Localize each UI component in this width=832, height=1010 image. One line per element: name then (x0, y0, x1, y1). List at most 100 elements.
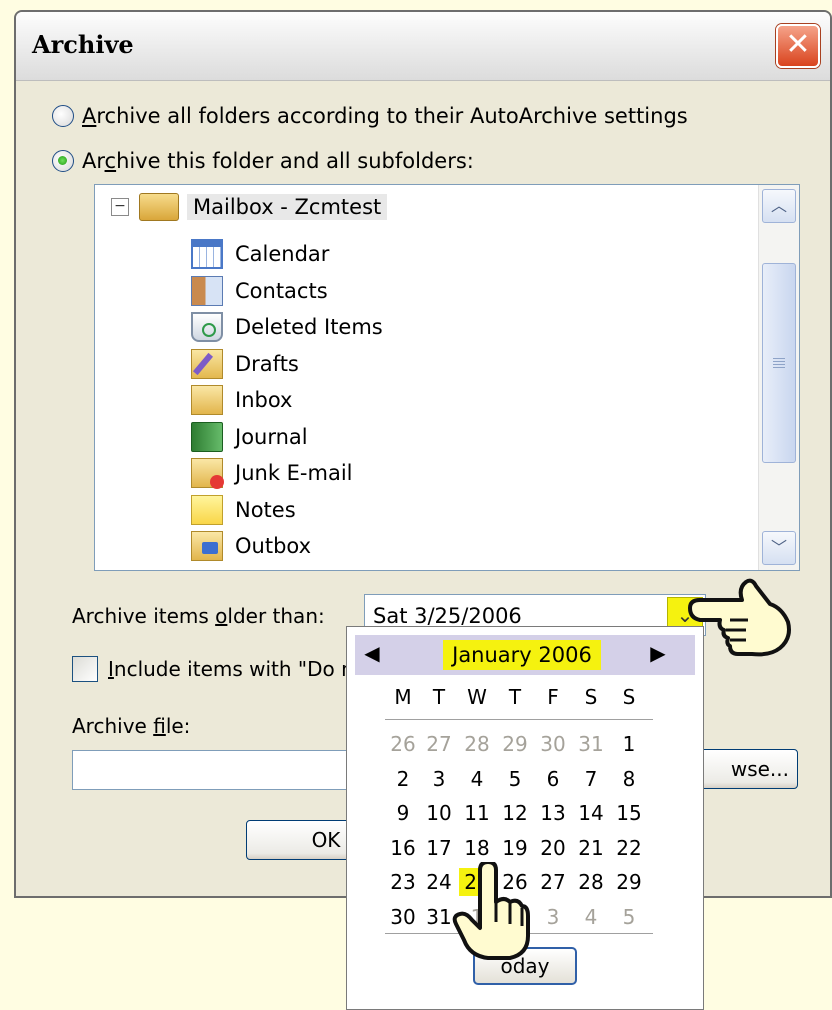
day-of-week-label: T (508, 685, 522, 709)
calendar-day[interactable]: 27 (535, 868, 571, 896)
archive-all-label: Archive all folders according to their A… (82, 104, 688, 128)
tree-item[interactable]: Drafts (191, 347, 299, 381)
tree-item-label: Deleted Items (235, 315, 383, 339)
prev-month-button[interactable]: ◀ (359, 641, 385, 665)
tree-item[interactable]: Notes (191, 493, 296, 527)
calendar-day[interactable]: 22 (611, 834, 647, 862)
tree-scrollbar[interactable]: ︿ ﹀ (758, 185, 799, 570)
next-month-button[interactable]: ▶ (645, 641, 671, 665)
calendar-divider (385, 719, 653, 720)
day-of-week-label: W (467, 685, 487, 709)
tree-item[interactable]: Junk E-mail (191, 456, 353, 490)
calendar-day[interactable]: 30 (385, 903, 421, 931)
tree-item-label: Notes (235, 497, 296, 522)
older-than-label: Archive items older than: (72, 604, 325, 628)
calendar-day[interactable]: 12 (497, 799, 533, 827)
chevron-up-icon: ︿ (770, 196, 787, 215)
tree-item-label: Outbox (235, 534, 312, 558)
tree-item-label: Journal (235, 424, 308, 449)
calendar-day[interactable]: 11 (459, 799, 495, 827)
tree-item-label: Contacts (235, 278, 328, 303)
calendar-day[interactable]: 20 (535, 834, 571, 862)
archive-file-label: Archive file: (72, 714, 191, 738)
contacts-icon (191, 275, 223, 306)
calendar-day[interactable]: 14 (573, 799, 609, 827)
close-icon: ✕ (785, 27, 811, 62)
calendar-day[interactable]: 27 (421, 730, 457, 758)
calendar-day[interactable]: 17 (421, 834, 457, 862)
archive-all-folders-option[interactable]: Archive all folders according to their A… (52, 104, 688, 128)
calendar-day[interactable]: 10 (421, 799, 457, 827)
tree-item[interactable]: Inbox (191, 383, 292, 417)
tree-item[interactable]: Journal (191, 420, 308, 454)
calendar-day[interactable]: 3 (535, 903, 571, 931)
calendar-day[interactable]: 8 (611, 765, 647, 793)
calendar-day[interactable]: 15 (611, 799, 647, 827)
calendar-day[interactable]: 5 (611, 903, 647, 931)
calendar-day[interactable]: 13 (535, 799, 571, 827)
tree-item[interactable]: Contacts (191, 274, 328, 308)
include-items-checkbox[interactable] (72, 656, 98, 682)
calendar-day[interactable]: 6 (535, 765, 571, 793)
calendar-header: ◀ January 2006 ▶ (355, 635, 695, 675)
close-button[interactable]: ✕ (776, 24, 820, 68)
drafts-icon (191, 348, 223, 379)
calendar-day[interactable]: 4 (459, 765, 495, 793)
chevron-down-icon: ﹀ (770, 538, 787, 557)
notes-icon (191, 494, 223, 525)
archive-this-folder-radio[interactable] (52, 150, 74, 172)
junk-email-icon (191, 458, 224, 489)
calendar-day[interactable]: 3 (421, 765, 457, 793)
tree-root-mailbox[interactable]: − Mailbox - Zcmtest (111, 193, 388, 221)
folder-tree[interactable]: − Mailbox - Zcmtest Calendar Contacts Dele… (94, 184, 800, 571)
day-of-week-label: S (622, 685, 636, 709)
day-of-week-label: S (584, 685, 598, 709)
include-items-label: Include items with "Do n (108, 657, 354, 681)
calendar-day[interactable]: 2 (385, 765, 421, 793)
day-of-week-label: T (432, 685, 446, 709)
calendar-day[interactable]: 9 (385, 799, 421, 827)
calendar-month-title[interactable]: January 2006 (443, 640, 601, 670)
tree-item-label: Inbox (235, 388, 293, 412)
window-title: Archive (32, 30, 134, 59)
calendar-day[interactable]: 28 (573, 868, 609, 896)
calendar-day[interactable]: 31 (573, 730, 609, 758)
calendar-day[interactable]: 7 (573, 765, 609, 793)
scroll-up-button[interactable]: ︿ (762, 189, 796, 223)
collapse-icon[interactable]: − (111, 198, 129, 216)
title-bar[interactable]: Archive ✕ (16, 12, 830, 81)
calendar-day[interactable]: 16 (385, 834, 421, 862)
calendar-day[interactable]: 21 (573, 834, 609, 862)
calendar-day[interactable]: 19 (497, 834, 533, 862)
calendar-day[interactable]: 5 (497, 765, 533, 793)
calendar-day[interactable]: 30 (535, 730, 571, 758)
archive-all-radio[interactable] (52, 105, 74, 127)
archive-this-folder-label: Archive this folder and all subfolders: (82, 149, 474, 173)
archive-this-folder-option[interactable]: Archive this folder and all subfolders: (52, 149, 474, 173)
day-of-week-label: M (394, 685, 412, 709)
tree-item[interactable]: Deleted Items (191, 310, 383, 344)
older-than-date-value: Sat 3/25/2006 (373, 604, 522, 628)
tree-item[interactable]: Calendar (191, 237, 329, 271)
calendar-day[interactable]: 29 (611, 868, 647, 896)
scroll-down-button[interactable]: ﹀ (762, 531, 796, 565)
archive-file-input[interactable] (72, 750, 392, 790)
mailbox-folder-icon (139, 193, 179, 221)
tree-item[interactable]: Outbox (191, 529, 311, 563)
scroll-thumb[interactable] (762, 263, 796, 463)
calendar-icon (191, 239, 223, 269)
calendar-day[interactable]: 28 (459, 730, 495, 758)
grip-icon (773, 358, 785, 368)
calendar-day[interactable]: 29 (497, 730, 533, 758)
tree-item-label: Drafts (235, 351, 299, 376)
pointing-hand-icon (688, 578, 791, 657)
calendar-day[interactable]: 26 (385, 730, 421, 758)
calendar-day[interactable]: 23 (385, 868, 421, 896)
deleted-items-icon (191, 312, 223, 342)
calendar-day[interactable]: 4 (573, 903, 609, 931)
tree-item-label: Calendar (235, 242, 330, 266)
calendar-day[interactable]: 1 (611, 730, 647, 758)
outbox-icon (191, 531, 223, 561)
calendar-day[interactable]: 18 (459, 834, 495, 862)
tree-item-label: Junk E-mail (235, 461, 353, 485)
